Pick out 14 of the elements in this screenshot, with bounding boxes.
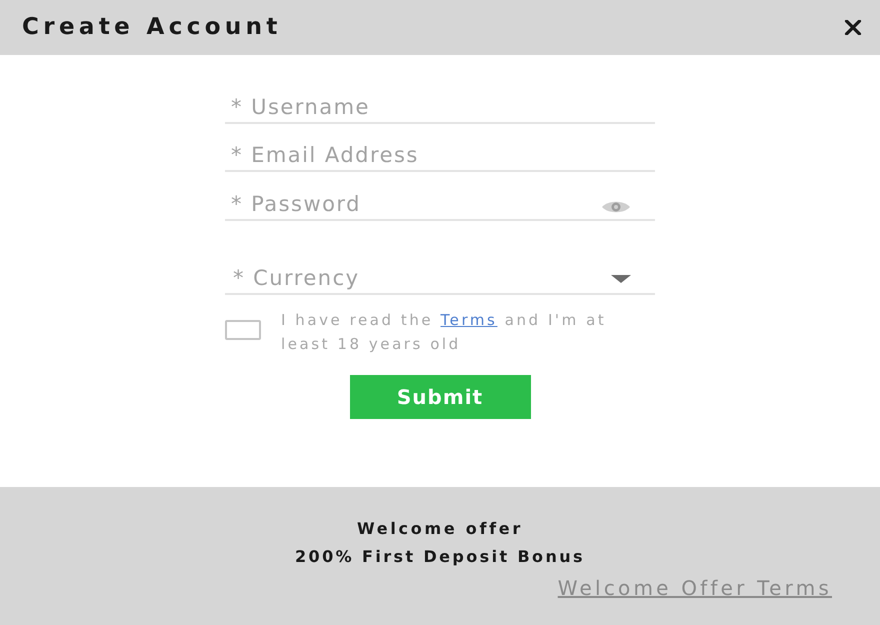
- currency-select[interactable]: * Currency: [225, 265, 655, 295]
- caret-icon: [611, 275, 631, 283]
- email-field[interactable]: * Email Address: [225, 142, 655, 172]
- agreement-text: I have read the Terms and I'm at least 18 years old: [281, 310, 608, 355]
- terms-link[interactable]: Terms: [440, 311, 498, 329]
- text-field[interactable]: * Username: [225, 94, 655, 124]
- offer-text: 200% First Deposit Bonus: [295, 547, 585, 567]
- submit-button[interactable]: Submit: [350, 375, 530, 419]
- close-icon[interactable]: [844, 20, 862, 35]
- checkbox[interactable]: [225, 320, 261, 340]
- offer-terms-link[interactable]: Welcome Offer Terms: [558, 575, 832, 601]
- eye-icon[interactable]: [601, 200, 631, 214]
- offer-title: Welcome offer: [356, 519, 523, 539]
- dialog-title: Create Account: [22, 13, 282, 42]
